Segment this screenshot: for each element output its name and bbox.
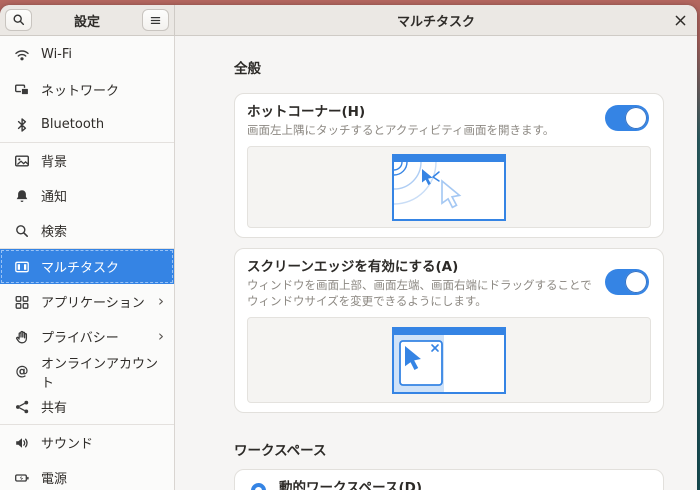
- multitasking-page: 全般 ホットコーナー(H) 画面左上隅にタッチするとアクティビティ画面を開きます…: [234, 36, 664, 490]
- wifi-icon: [14, 47, 30, 63]
- sidebar-item-notifications[interactable]: 通知: [0, 178, 174, 213]
- window-body: Wi-Fi ネットワーク Bluetooth: [0, 36, 697, 490]
- close-icon: [675, 15, 686, 26]
- sidebar-item-multitasking[interactable]: マルチタスク: [0, 249, 174, 284]
- screen-edges-toggle[interactable]: [605, 269, 649, 295]
- sidebar-item-label: Wi-Fi: [41, 47, 72, 62]
- screen-edges-art: [392, 327, 506, 394]
- hot-corner-art: [392, 154, 506, 221]
- sidebar-item-online-accounts[interactable]: @ オンラインアカウント: [0, 354, 174, 389]
- sidebar-item-label: マルチタスク: [41, 257, 119, 276]
- sidebar-item-power[interactable]: 電源: [0, 460, 174, 490]
- main-menu-button[interactable]: [142, 9, 169, 31]
- chevron-right-icon: ›: [158, 329, 164, 344]
- magnifier-icon: [14, 223, 30, 239]
- hot-corner-illustration: [247, 146, 651, 228]
- sidebar-item-privacy[interactable]: プライバシー ›: [0, 319, 174, 354]
- sidebar-item-label: 検索: [41, 221, 67, 240]
- hot-corner-card: ホットコーナー(H) 画面左上隅にタッチするとアクティビティ画面を開きます。: [234, 93, 664, 238]
- at-sign-icon: @: [14, 364, 30, 380]
- sidebar-item-sound[interactable]: サウンド: [0, 425, 174, 460]
- background-icon: [14, 153, 30, 169]
- chevron-right-icon: ›: [158, 294, 164, 309]
- dynamic-workspaces-card: 動的ワークスペース(D) 空のワークスペースを自動的に削除します。: [234, 469, 664, 490]
- sidebar-item-wifi[interactable]: Wi-Fi: [0, 37, 174, 72]
- main-pane: 全般 ホットコーナー(H) 画面左上隅にタッチするとアクティビティ画面を開きます…: [175, 36, 697, 490]
- speaker-icon: [14, 435, 30, 451]
- titlebar: 設定 マルチタスク: [0, 5, 697, 36]
- close-button[interactable]: [675, 5, 686, 35]
- screen-edges-illustration: [247, 317, 651, 403]
- sidebar-item-search[interactable]: 検索: [0, 213, 174, 248]
- sidebar-item-network[interactable]: ネットワーク: [0, 72, 174, 107]
- network-icon: [14, 82, 30, 98]
- sidebar-item-label: 通知: [41, 186, 67, 205]
- sidebar-item-sharing[interactable]: 共有: [0, 389, 174, 424]
- screen-edges-subtitle: ウィンドウを画面上部、画面左端、画面右端にドラッグすることでウィンドウサイズを変…: [247, 277, 599, 309]
- section-heading-workspaces: ワークスペース: [234, 439, 664, 459]
- sidebar-item-label: サウンド: [41, 433, 93, 452]
- share-icon: [14, 399, 30, 415]
- hot-corner-subtitle: 画面左上隅にタッチするとアクティビティ画面を開きます。: [247, 122, 597, 138]
- screen-edges-card: スクリーンエッジを有効にする(A) ウィンドウを画面上部、画面左端、画面右端にド…: [234, 248, 664, 413]
- hand-icon: [14, 329, 30, 345]
- sidebar-item-background[interactable]: 背景: [0, 143, 174, 178]
- search-icon: [12, 13, 26, 27]
- sidebar-item-label: ネットワーク: [41, 80, 119, 99]
- settings-window: 設定 マルチタスク: [0, 5, 697, 490]
- sidebar-item-applications[interactable]: アプリケーション ›: [0, 284, 174, 319]
- hot-corner-title: ホットコーナー(H): [247, 103, 651, 121]
- sidebar: Wi-Fi ネットワーク Bluetooth: [0, 36, 175, 490]
- main-titlebar: マルチタスク: [175, 5, 697, 35]
- dynamic-workspaces-title: 動的ワークスペース(D): [279, 479, 651, 490]
- sidebar-titlebar: 設定: [0, 5, 175, 35]
- sidebar-item-label: アプリケーション: [41, 292, 145, 311]
- sidebar-item-label: 背景: [41, 151, 67, 170]
- sidebar-item-label: オンラインアカウント: [41, 353, 164, 391]
- bell-icon: [14, 188, 30, 204]
- hot-corner-toggle[interactable]: [605, 105, 649, 131]
- section-heading-general: 全般: [234, 57, 664, 77]
- search-button[interactable]: [5, 9, 32, 31]
- page-title: マルチタスク: [397, 11, 475, 30]
- app-title: 設定: [36, 11, 138, 30]
- battery-icon: [14, 470, 30, 486]
- hamburger-menu-icon: [149, 14, 162, 27]
- bluetooth-icon: [14, 117, 30, 133]
- sidebar-item-label: 共有: [41, 397, 67, 416]
- sidebar-item-label: プライバシー: [41, 327, 119, 346]
- screen-edges-title: スクリーンエッジを有効にする(A): [247, 258, 651, 276]
- sidebar-item-label: Bluetooth: [41, 117, 104, 132]
- app-grid-icon: [14, 294, 30, 310]
- dynamic-workspaces-radio[interactable]: [251, 483, 266, 490]
- sidebar-item-bluetooth[interactable]: Bluetooth: [0, 107, 174, 142]
- multitasking-icon: [14, 259, 30, 275]
- sidebar-item-label: 電源: [41, 468, 67, 487]
